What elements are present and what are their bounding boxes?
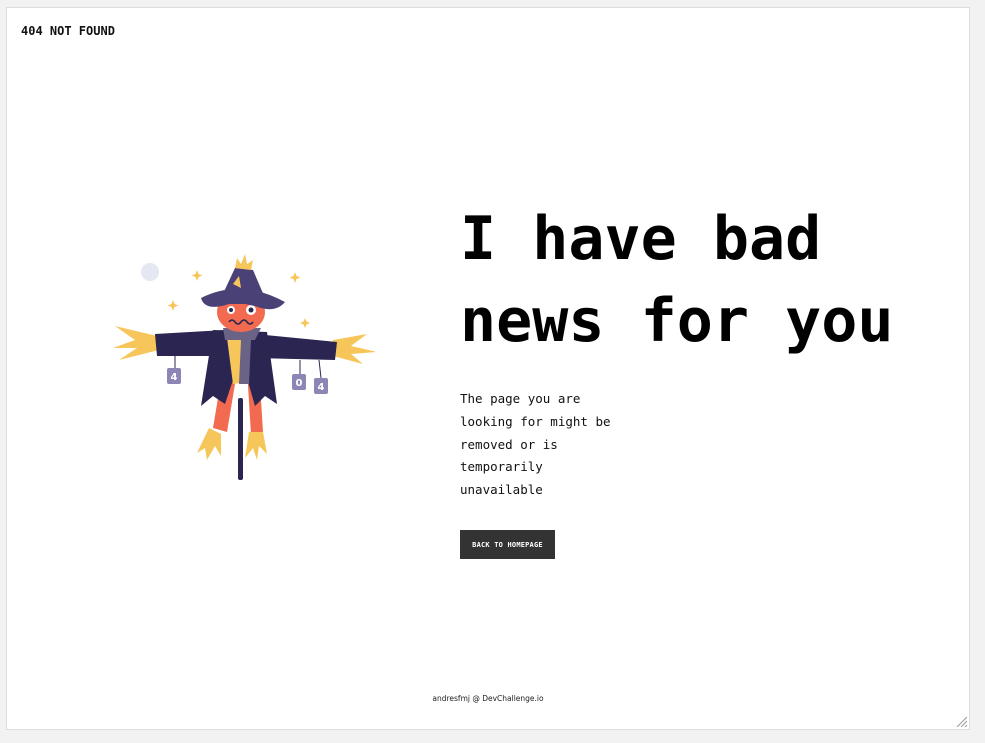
sign-left-label: 4 xyxy=(171,372,178,383)
moon-icon xyxy=(141,263,159,281)
page-frame: 404 NOT FOUND 4 0 4 I have bad news for … xyxy=(6,7,970,730)
scarecrow-illustration: 4 0 4 xyxy=(113,254,375,480)
pole xyxy=(238,398,243,480)
page-headline: I have bad news for you xyxy=(460,204,894,356)
resize-handle-icon[interactable] xyxy=(955,715,967,727)
page-description: The page you are looking for might be re… xyxy=(460,391,611,498)
back-to-homepage-button[interactable]: BACK TO HOMEPAGE xyxy=(460,530,555,559)
sign-right-label: 4 xyxy=(318,382,325,393)
footer-credit[interactable]: andresfmj @ DevChallenge.io xyxy=(7,694,969,703)
brand-logo[interactable]: 404 NOT FOUND xyxy=(21,24,115,38)
sign-mid-label: 0 xyxy=(296,378,303,389)
